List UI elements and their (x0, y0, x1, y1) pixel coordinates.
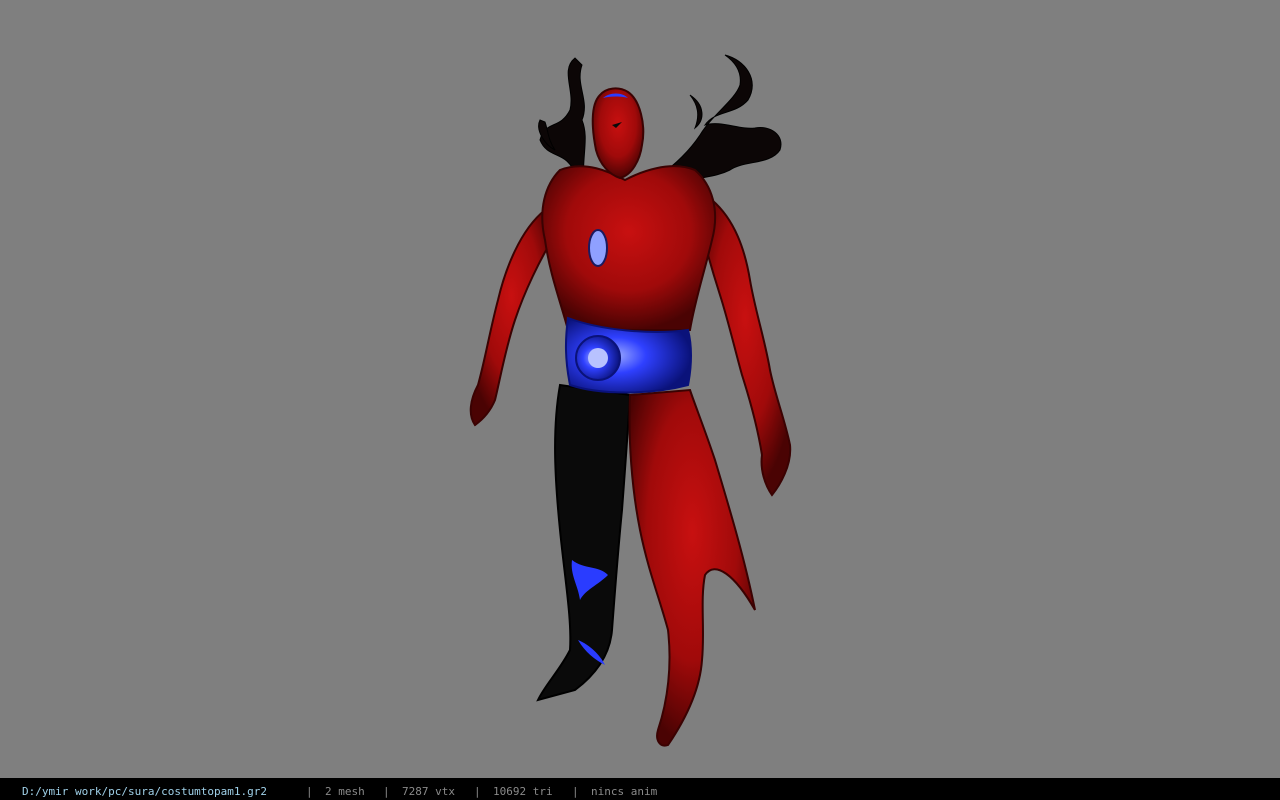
triangle-count: 10692 tri (493, 785, 553, 798)
status-bar: D:/ymir work/pc/sura/costumtopam1.gr2 | … (0, 778, 1280, 800)
pendant (588, 229, 608, 267)
left-leg (536, 383, 632, 702)
right-leg (628, 388, 756, 747)
anim-status: nincs anim (591, 785, 658, 798)
left-arm (469, 208, 554, 427)
separator: | (572, 785, 579, 798)
separator: | (383, 785, 390, 798)
character-model (469, 54, 792, 747)
right-arm (698, 198, 792, 497)
mesh-count: 2 mesh (325, 785, 365, 798)
vertex-count: 7287 vtx (402, 785, 455, 798)
file-path: D:/ymir work/pc/sura/costumtopam1.gr2 (22, 785, 268, 798)
separator: | (474, 785, 481, 798)
head (591, 87, 645, 180)
torso (541, 165, 717, 331)
3d-viewport[interactable] (0, 0, 1280, 778)
separator: | (306, 785, 313, 798)
